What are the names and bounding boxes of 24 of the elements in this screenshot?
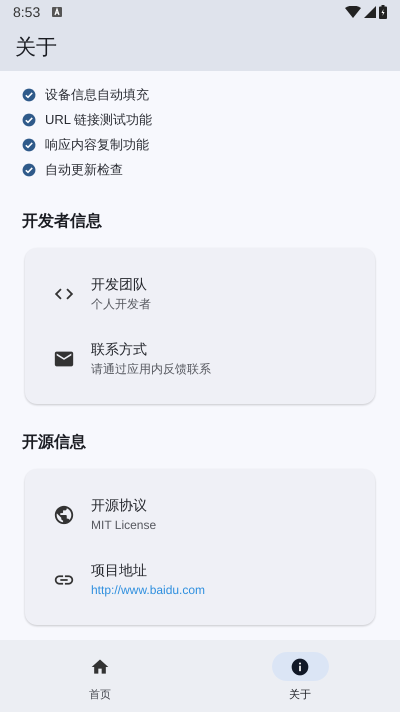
section-heading: 开发者信息 bbox=[22, 213, 102, 230]
feature-label: 响应内容复制功能 bbox=[45, 136, 149, 154]
battery-icon bbox=[379, 5, 387, 19]
item-subtitle: 请通过应用内反馈联系 bbox=[91, 361, 211, 378]
feature-label: 设备信息自动填充 bbox=[45, 86, 149, 104]
globe-icon bbox=[53, 504, 75, 526]
item-title: 开源协议 bbox=[91, 496, 148, 515]
section-heading: 开源信息 bbox=[22, 434, 86, 451]
app-bar-title: 关于 bbox=[15, 34, 57, 61]
notification-icon bbox=[52, 7, 62, 17]
item-title: 开发团队 bbox=[91, 275, 148, 294]
wifi-icon bbox=[345, 6, 361, 18]
item-title: 联系方式 bbox=[91, 340, 148, 359]
item-title: 项目地址 bbox=[91, 561, 148, 580]
nav-tab[interactable]: 关于 bbox=[200, 652, 400, 704]
feature-label: 自动更新检查 bbox=[45, 160, 123, 179]
home-icon bbox=[90, 656, 110, 676]
signal-icon bbox=[364, 6, 376, 18]
feature-label: URL 链接测试功能 bbox=[45, 110, 152, 129]
nav-tab[interactable]: 首页 bbox=[0, 652, 200, 704]
status-time: 8:53 bbox=[13, 2, 40, 22]
item-subtitle: 个人开发者 bbox=[91, 296, 151, 313]
info-icon bbox=[290, 656, 310, 676]
item-subtitle: MIT License bbox=[91, 517, 156, 534]
